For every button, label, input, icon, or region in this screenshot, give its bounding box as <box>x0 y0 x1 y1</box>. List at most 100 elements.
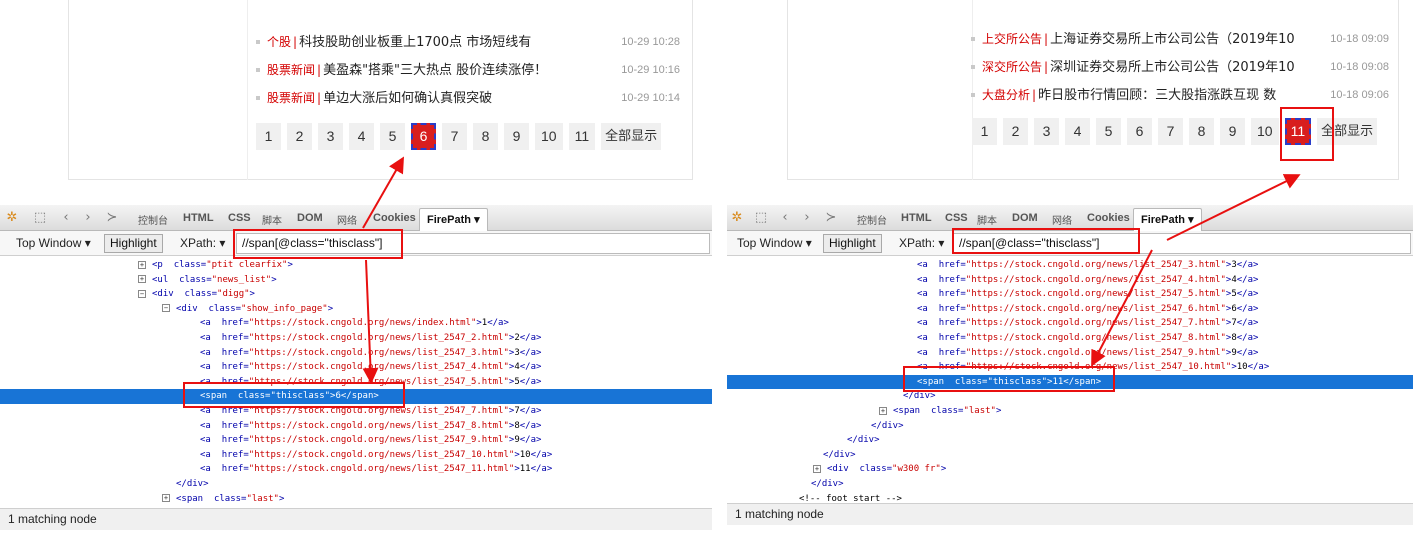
list-item[interactable]: 个股 | 科技股助创业板重上1700点 市场短线有 10-29 10:28 <box>256 30 680 58</box>
tree-row[interactable]: </div> <box>727 448 1413 463</box>
tree-row[interactable]: <a href="https://stock.cngold.org/news/l… <box>727 302 1413 317</box>
news-category[interactable]: 股票新闻 <box>267 63 315 77</box>
top-window-select[interactable]: Top Window ▾ <box>16 236 91 250</box>
firebug-icon[interactable]: ✲ <box>4 210 20 226</box>
tab-cookies[interactable]: Cookies <box>1087 212 1130 224</box>
news-title[interactable]: 科技股助创业板重上1700点 市场短线有 <box>299 35 531 50</box>
back-icon[interactable]: ‹ <box>58 210 74 226</box>
tree-row[interactable]: <a href="https://stock.cngold.org/news/l… <box>727 287 1413 302</box>
page-link-4[interactable]: 4 <box>349 123 374 150</box>
page-link-1[interactable]: 1 <box>972 118 997 145</box>
news-title[interactable]: 深圳证券交易所上市公司公告（2019年10 <box>1050 60 1295 75</box>
list-item[interactable]: 深交所公告 | 深圳证券交易所上市公司公告（2019年10 10-18 09:08 <box>971 55 1389 83</box>
tree-row[interactable]: <a href="https://stock.cngold.org/news/l… <box>0 448 712 463</box>
tab-net[interactable]: 网络 <box>1052 212 1072 227</box>
tree-row[interactable]: <a href="https://stock.cngold.org/news/l… <box>727 258 1413 273</box>
tree-row[interactable]: </div> <box>727 433 1413 448</box>
news-category[interactable]: 深交所公告 <box>982 60 1042 74</box>
tab-script[interactable]: 脚本 <box>262 212 282 227</box>
tree-row[interactable]: + <ul class="news_list"> <box>0 273 712 288</box>
forward-icon[interactable]: › <box>80 210 96 226</box>
list-item[interactable]: 上交所公告 | 上海证券交易所上市公司公告（2019年10 10-18 09:09 <box>971 27 1389 55</box>
xpath-label[interactable]: XPath: ▾ <box>899 236 944 250</box>
tree-row[interactable]: <a href="https://stock.cngold.org/news/l… <box>0 346 712 361</box>
tab-firepath[interactable]: FirePath ▾ <box>419 208 488 231</box>
tree-row[interactable]: </div> <box>727 477 1413 492</box>
page-link-2[interactable]: 2 <box>1003 118 1028 145</box>
tree-row[interactable]: </div> <box>727 419 1413 434</box>
tab-html[interactable]: HTML <box>901 212 932 224</box>
firebug-icon[interactable]: ✲ <box>729 210 745 226</box>
page-link-9[interactable]: 9 <box>1220 118 1245 145</box>
tree-row[interactable]: <a href="https://stock.cngold.org/news/l… <box>0 419 712 434</box>
tab-dom[interactable]: DOM <box>297 212 323 224</box>
news-category[interactable]: 个股 <box>267 35 291 49</box>
page-link-3[interactable]: 3 <box>1034 118 1059 145</box>
tree-row[interactable]: <a href="https://stock.cngold.org/news/l… <box>0 433 712 448</box>
page-link-8[interactable]: 8 <box>1189 118 1214 145</box>
inspect-icon[interactable]: ⬚ <box>753 210 769 226</box>
page-link-7[interactable]: 7 <box>442 123 467 150</box>
page-link-10[interactable]: 10 <box>535 123 563 150</box>
page-link-11[interactable]: 11 <box>568 123 596 150</box>
top-window-select[interactable]: Top Window ▾ <box>737 236 812 250</box>
news-category[interactable]: 股票新闻 <box>267 91 315 105</box>
news-category[interactable]: 上交所公告 <box>982 32 1042 46</box>
page-link-6[interactable]: 6 <box>1127 118 1152 145</box>
news-title[interactable]: 美盈森"搭乘"三大热点 股价连续涨停！ <box>323 63 547 78</box>
tree-row[interactable]: − <div class="digg"> <box>0 287 712 302</box>
inspect-icon[interactable]: ⬚ <box>32 210 48 226</box>
page-link-5[interactable]: 5 <box>1096 118 1121 145</box>
tree-row[interactable]: <a href="https://stock.cngold.org/news/l… <box>727 346 1413 361</box>
page-link-10[interactable]: 10 <box>1251 118 1279 145</box>
news-title[interactable]: 单边大涨后如何确认真假突破 <box>323 91 492 106</box>
tab-console[interactable]: 控制台 <box>857 212 887 227</box>
tree-row[interactable]: <a href="https://stock.cngold.org/news/i… <box>0 316 712 331</box>
tree-row[interactable]: + <span class="last"> <box>0 492 712 507</box>
tab-html[interactable]: HTML <box>183 212 214 224</box>
page-link-2[interactable]: 2 <box>287 123 312 150</box>
page-link-3[interactable]: 3 <box>318 123 343 150</box>
tree-row[interactable]: <a href="https://stock.cngold.org/news/l… <box>0 462 712 477</box>
tab-firepath[interactable]: FirePath ▾ <box>1133 208 1202 231</box>
tab-script[interactable]: 脚本 <box>977 212 997 227</box>
show-all-link[interactable]: 全部显示 <box>601 123 662 150</box>
tree-row[interactable]: </div> <box>0 477 712 492</box>
news-title[interactable]: 昨日股市行情回顾：三大股指涨跌互现 数 <box>1038 88 1276 103</box>
command-icon[interactable]: ≻ <box>823 210 839 226</box>
tree-row[interactable]: + <div class="w300 fr"> <box>727 462 1413 477</box>
page-link-8[interactable]: 8 <box>473 123 498 150</box>
tree-row[interactable]: <a href="https://stock.cngold.org/news/l… <box>727 331 1413 346</box>
tab-css[interactable]: CSS <box>945 212 968 224</box>
news-time: 10-29 10:16 <box>621 64 680 76</box>
tree-row[interactable]: + <p class="ptit clearfix"> <box>0 258 712 273</box>
tab-net[interactable]: 网络 <box>337 212 357 227</box>
page-link-9[interactable]: 9 <box>504 123 529 150</box>
command-icon[interactable]: ≻ <box>104 210 120 226</box>
dropdown-icon: ▾ <box>805 236 812 250</box>
tab-css[interactable]: CSS <box>228 212 251 224</box>
tab-dom[interactable]: DOM <box>1012 212 1038 224</box>
back-icon[interactable]: ‹ <box>777 210 793 226</box>
tree-row[interactable]: <a href="https://stock.cngold.org/news/l… <box>727 316 1413 331</box>
page-link-1[interactable]: 1 <box>256 123 281 150</box>
news-category[interactable]: 大盘分析 <box>982 88 1030 102</box>
news-title[interactable]: 上海证券交易所上市公司公告（2019年10 <box>1050 32 1295 47</box>
tree-row[interactable]: <a href="https://stock.cngold.org/news/l… <box>0 331 712 346</box>
tree-row[interactable]: − <div class="show_info_page"> <box>0 302 712 317</box>
xpath-label[interactable]: XPath: ▾ <box>180 236 225 250</box>
tree-row[interactable]: <a href="https://stock.cngold.org/news/l… <box>0 360 712 375</box>
tree-row[interactable]: + <span class="last"> <box>727 404 1413 419</box>
tree-row[interactable]: <a href="https://stock.cngold.org/news/l… <box>727 273 1413 288</box>
page-link-7[interactable]: 7 <box>1158 118 1183 145</box>
tab-console[interactable]: 控制台 <box>138 212 168 227</box>
list-item[interactable]: 股票新闻 | 美盈森"搭乘"三大热点 股价连续涨停！ 10-29 10:16 <box>256 58 680 86</box>
tab-cookies[interactable]: Cookies <box>373 212 416 224</box>
page-link-4[interactable]: 4 <box>1065 118 1090 145</box>
forward-icon[interactable]: › <box>799 210 815 226</box>
list-item[interactable]: 股票新闻 | 单边大涨后如何确认真假突破 10-29 10:14 <box>256 86 680 114</box>
highlight-button[interactable]: Highlight <box>104 234 163 253</box>
highlight-button[interactable]: Highlight <box>823 234 882 253</box>
page-link-5[interactable]: 5 <box>380 123 405 150</box>
status-bar: 1 matching node <box>727 503 1413 525</box>
